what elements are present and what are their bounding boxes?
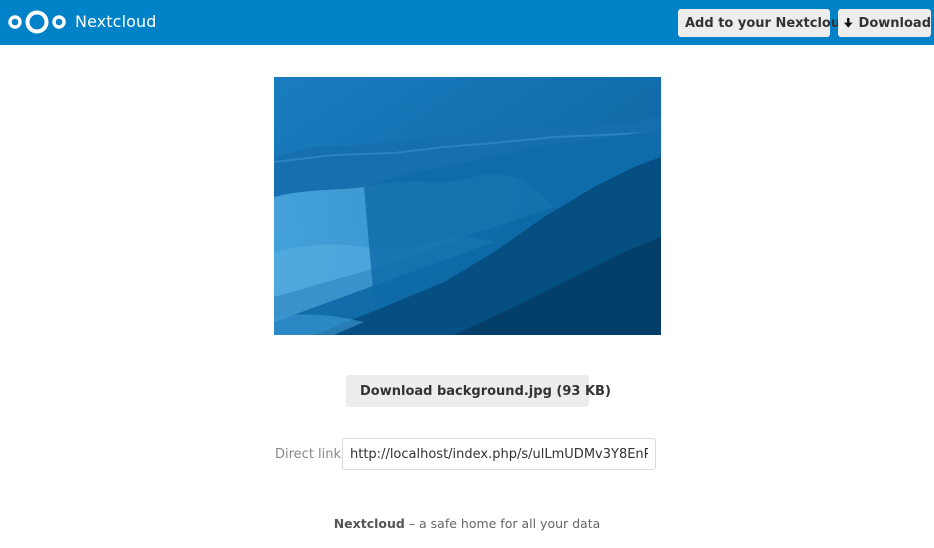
download-file-button[interactable]: Download background.jpg (93 KB) xyxy=(346,375,611,407)
top-bar: Nextcloud Add to your Nextcloud Download xyxy=(0,0,934,45)
footer-tagline-text: – a safe home for all your data xyxy=(404,516,601,531)
download-arrow-icon xyxy=(844,18,853,28)
direct-link-input[interactable] xyxy=(342,438,656,470)
header-download-label: Download xyxy=(858,15,931,31)
add-to-nextcloud-label: Add to your Nextcloud xyxy=(685,15,850,31)
mountain-preview-image xyxy=(274,77,661,335)
download-file-label: Download background.jpg (93 KB) xyxy=(360,383,611,399)
add-to-nextcloud-button[interactable]: Add to your Nextcloud xyxy=(678,9,849,37)
image-preview[interactable] xyxy=(274,77,661,335)
direct-link-label: Direct link xyxy=(275,447,342,462)
footer-brand[interactable]: Nextcloud xyxy=(334,516,405,531)
nextcloud-logo-icon[interactable] xyxy=(8,9,66,35)
footer-tagline: Nextcloud – a safe home for all your dat… xyxy=(0,516,934,531)
app-name: Nextcloud xyxy=(75,12,157,31)
header-download-button[interactable]: Download xyxy=(838,9,931,37)
